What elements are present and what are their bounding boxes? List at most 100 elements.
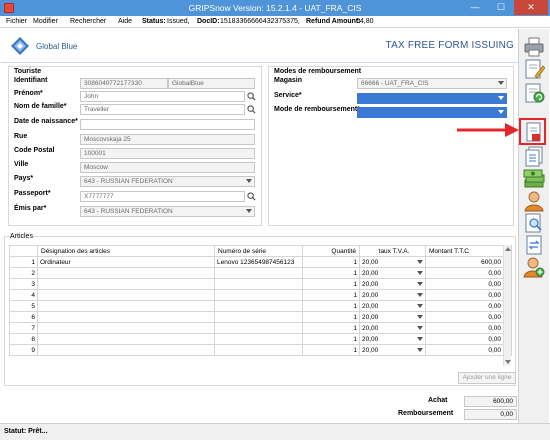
add-line-button[interactable]: Ajouter une ligne	[458, 372, 516, 384]
emis-select[interactable]: 643 - RUSSIAN FEDERATION	[80, 206, 255, 217]
search-icon[interactable]	[247, 105, 256, 114]
user-add-icon[interactable]	[523, 256, 545, 278]
chevron-down-icon[interactable]	[417, 304, 423, 308]
quantity-cell[interactable]: 1	[302, 344, 360, 356]
column-header-designation[interactable]: Désignation des articles	[37, 245, 215, 257]
table-scrollbar[interactable]	[503, 245, 511, 366]
designation-cell[interactable]	[37, 278, 215, 290]
search-icon[interactable]	[247, 92, 256, 101]
tva-select[interactable]: 20,00	[359, 256, 426, 268]
quantity-cell[interactable]: 1	[302, 300, 360, 312]
montant-cell[interactable]: 0,00	[425, 278, 504, 290]
printer-icon[interactable]	[523, 36, 545, 58]
tva-select[interactable]: 20,00	[359, 300, 426, 312]
designation-cell[interactable]	[37, 311, 215, 323]
table-row[interactable]: 5 1 20,00 0,00	[9, 300, 512, 312]
row-number[interactable]: 8	[9, 333, 38, 345]
row-number[interactable]: 6	[9, 311, 38, 323]
cp-field[interactable]: 100001	[80, 148, 255, 159]
magasin-select[interactable]: 66666 - UAT_FRA_CIS	[357, 78, 507, 89]
row-number[interactable]: 4	[9, 289, 38, 301]
identifiant-source-field[interactable]: GlobalBlue	[168, 78, 255, 89]
serie-cell[interactable]	[214, 289, 303, 301]
tva-select[interactable]: 20,00	[359, 267, 426, 279]
montant-cell[interactable]: 0,00	[425, 333, 504, 345]
row-number[interactable]: 5	[9, 300, 38, 312]
designation-cell[interactable]	[37, 267, 215, 279]
menu-modifier[interactable]: Modifier	[33, 18, 58, 25]
table-row[interactable]: 7 1 20,00 0,00	[9, 322, 512, 334]
money-stack-icon[interactable]	[523, 168, 545, 190]
montant-cell[interactable]: 0,00	[425, 344, 504, 356]
montant-cell[interactable]: 0,00	[425, 322, 504, 334]
chevron-down-icon[interactable]	[417, 315, 423, 319]
edit-form-icon[interactable]	[523, 58, 545, 80]
chevron-down-icon[interactable]	[417, 337, 423, 341]
table-row[interactable]: 4 1 20,00 0,00	[9, 289, 512, 301]
quantity-cell[interactable]: 1	[302, 256, 360, 268]
designation-cell[interactable]: Ordinateur	[37, 256, 215, 268]
chevron-down-icon[interactable]	[417, 326, 423, 330]
quantity-cell[interactable]: 1	[302, 278, 360, 290]
tva-select[interactable]: 20,00	[359, 344, 426, 356]
scroll-down-icon[interactable]	[505, 360, 511, 364]
tva-select[interactable]: 20,00	[359, 311, 426, 323]
chevron-down-icon[interactable]	[417, 271, 423, 275]
row-number[interactable]: 3	[9, 278, 38, 290]
row-number[interactable]: 1	[9, 256, 38, 268]
row-number[interactable]: 7	[9, 322, 38, 334]
montant-cell[interactable]: 600,00	[425, 256, 504, 268]
serie-cell[interactable]: Lenovo 123654987456123	[214, 256, 303, 268]
menu-rechercher[interactable]: Rechercher	[70, 18, 106, 25]
column-header-quantite[interactable]: Quantité	[302, 245, 360, 257]
scroll-up-icon[interactable]	[505, 247, 511, 251]
table-row[interactable]: 2 1 20,00 0,00	[9, 267, 512, 279]
tva-select[interactable]: 20,00	[359, 289, 426, 301]
ville-field[interactable]: Moscow	[80, 162, 255, 173]
serie-cell[interactable]	[214, 344, 303, 356]
search-document-icon[interactable]	[523, 212, 545, 234]
minimize-button[interactable]: —	[462, 0, 488, 15]
quantity-cell[interactable]: 1	[302, 289, 360, 301]
column-header-tva[interactable]: taux T.V.A.	[359, 245, 426, 257]
serie-cell[interactable]	[214, 300, 303, 312]
quantity-cell[interactable]: 1	[302, 267, 360, 279]
service-select[interactable]	[357, 93, 507, 104]
table-row[interactable]: 9 1 20,00 0,00	[9, 344, 512, 356]
refresh-form-icon[interactable]	[523, 82, 545, 104]
designation-cell[interactable]	[37, 344, 215, 356]
designation-cell[interactable]	[37, 289, 215, 301]
dob-field[interactable]	[80, 119, 255, 130]
chevron-down-icon[interactable]	[417, 293, 423, 297]
chevron-down-icon[interactable]	[417, 348, 423, 352]
designation-cell[interactable]	[37, 333, 215, 345]
serie-cell[interactable]	[214, 322, 303, 334]
table-row[interactable]: 1 Ordinateur Lenovo 123654987456123 1 20,00 6…	[9, 256, 512, 268]
chevron-down-icon[interactable]	[417, 282, 423, 286]
row-number[interactable]: 9	[9, 344, 38, 356]
montant-cell[interactable]: 0,00	[425, 289, 504, 301]
serie-cell[interactable]	[214, 311, 303, 323]
transfer-document-icon[interactable]	[523, 234, 545, 256]
designation-cell[interactable]	[37, 322, 215, 334]
montant-cell[interactable]: 0,00	[425, 311, 504, 323]
serie-cell[interactable]	[214, 333, 303, 345]
identifiant-field[interactable]: 3086040772177330	[80, 78, 168, 89]
chevron-down-icon[interactable]	[417, 260, 423, 264]
mode-select[interactable]	[357, 107, 507, 118]
close-button[interactable]: ✕	[514, 0, 548, 15]
pays-select[interactable]: 643 - RUSSIAN FEDERATION	[80, 176, 255, 187]
table-row[interactable]: 6 1 20,00 0,00	[9, 311, 512, 323]
tva-select[interactable]: 20,00	[359, 322, 426, 334]
designation-cell[interactable]	[37, 300, 215, 312]
prenom-field[interactable]: John	[80, 91, 245, 102]
column-header-montant[interactable]: Montant T.T.C	[425, 245, 504, 257]
rue-field[interactable]: Moscovskaja 25	[80, 134, 255, 145]
user-icon[interactable]	[523, 190, 545, 212]
tva-select[interactable]: 20,00	[359, 278, 426, 290]
maximize-button[interactable]: ☐	[488, 0, 514, 15]
montant-cell[interactable]: 0,00	[425, 267, 504, 279]
search-icon[interactable]	[247, 192, 256, 201]
quantity-cell[interactable]: 1	[302, 311, 360, 323]
table-row[interactable]: 8 1 20,00 0,00	[9, 333, 512, 345]
